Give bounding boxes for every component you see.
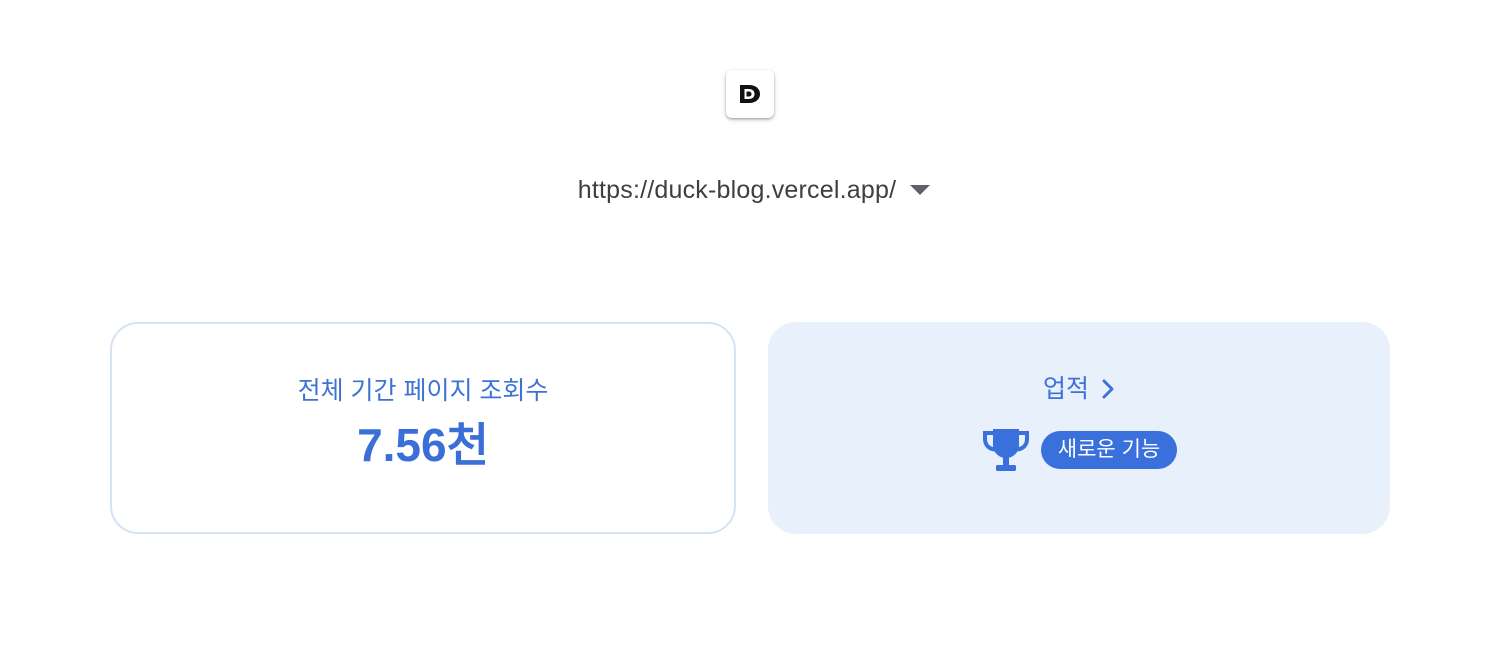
property-selector[interactable]: https://duck-blog.vercel.app/ <box>0 170 1508 210</box>
site-logo <box>726 70 774 118</box>
caret-down-icon <box>910 185 931 195</box>
achievements-row: 새로운 기능 <box>981 426 1178 474</box>
pageviews-card: 전체 기간 페이지 조회수 7.56천 <box>110 322 736 534</box>
achievements-header[interactable]: 업적 <box>1043 372 1115 406</box>
new-feature-badge: 새로운 기능 <box>1040 431 1178 469</box>
trophy-icon <box>982 429 1029 471</box>
property-url: https://duck-blog.vercel.app/ <box>577 175 897 204</box>
duck-blog-logo-icon <box>740 85 760 103</box>
pageviews-value: 7.56천 <box>357 419 489 471</box>
achievements-card[interactable]: 업적 새로운 기능 <box>768 322 1390 534</box>
pageviews-card-title: 전체 기간 페이지 조회수 <box>297 377 549 405</box>
chevron-right-icon <box>1102 379 1114 399</box>
achievements-title: 업적 <box>1042 375 1089 403</box>
